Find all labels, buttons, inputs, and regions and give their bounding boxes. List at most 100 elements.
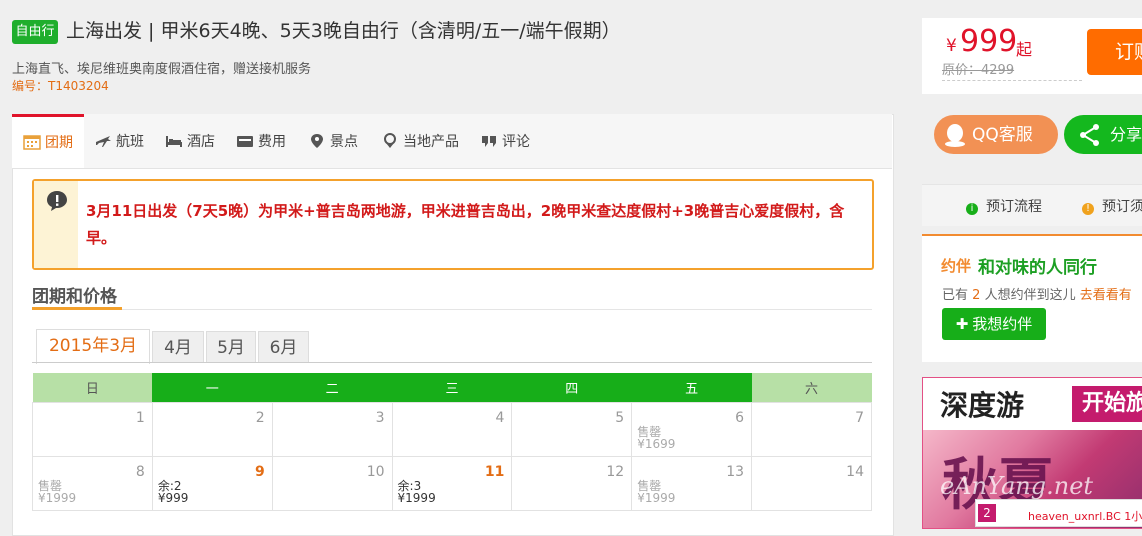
tab-cost[interactable]: 费用 [236, 114, 286, 168]
plane-icon [96, 136, 111, 147]
day-number: 1 [135, 410, 145, 426]
warning-icon: ! [1082, 203, 1094, 215]
wallet-icon [237, 136, 253, 147]
companion-title: 和对味的人同行 [978, 258, 1097, 278]
tab-label: 景点 [330, 134, 358, 150]
calendar-day-cell: 3 [271, 402, 393, 457]
companion-view-link[interactable]: 去看看有 [1080, 288, 1132, 303]
month-tab-june[interactable]: 6月 [258, 331, 309, 363]
tab-hotel[interactable]: 酒店 [165, 114, 215, 168]
section-divider [32, 309, 872, 310]
calendar-day-cell: 1 [32, 402, 153, 457]
share-button[interactable]: 分享 [1064, 115, 1142, 154]
calendar-day-cell[interactable]: 9 余:2 ¥999 [151, 456, 273, 511]
month-tab-april[interactable]: 4月 [152, 331, 204, 363]
info-icon: i [966, 203, 978, 215]
calendar-week-row: 8 售罄 ¥1999 9 余:2 ¥999 10 11 余:3 ¥1999 12 13 售罄 ¥1999 1… [32, 456, 872, 511]
month-tab-may[interactable]: 5月 [206, 331, 256, 363]
price-value: 999 [960, 24, 1018, 59]
day-price: ¥1999 [38, 491, 77, 505]
companion-count: 2 [972, 288, 981, 303]
calendar-day-cell: 13 售罄 ¥1999 [631, 456, 753, 511]
bed-icon [166, 136, 182, 147]
page-title: 上海出发 | 甲米6天4晚、5天3晚自由行（含清明/五一/端午假期） [66, 20, 621, 42]
day-number: 7 [855, 410, 864, 426]
price-currency: ¥ [946, 36, 957, 56]
tab-label: 费用 [258, 134, 286, 150]
day-number: 8 [135, 464, 145, 480]
section-title: 团期和价格 [32, 287, 117, 307]
tab-spots[interactable]: 景点 [308, 114, 358, 168]
product-code: 编号：T1403204 [12, 79, 109, 93]
calendar-day-cell: 6 售罄 ¥1699 [631, 402, 753, 457]
watermark: eAnYang.net [940, 472, 1094, 500]
tab-flight[interactable]: 航班 [94, 114, 144, 168]
ad-card-text: heaven_uxnrl.BC 1小 [1028, 510, 1142, 523]
share-icon [1080, 124, 1099, 146]
day-price: ¥999 [157, 491, 189, 505]
weekday-header: 日 [32, 373, 153, 403]
day-number: 11 [484, 464, 505, 480]
book-button[interactable]: 订购 [1087, 29, 1142, 75]
calendar-day-cell: 5 [511, 402, 633, 457]
page-subtitle: 上海直飞、埃尼维班奥南度假酒住宿，赠送接机服务 [12, 62, 312, 77]
calendar-day-cell: 12 [511, 456, 633, 511]
original-price: 原价：4299 [942, 63, 1015, 78]
weekday-header: 四 [511, 373, 632, 403]
pin-icon [311, 134, 323, 148]
local-icon [384, 133, 396, 148]
calendar-icon [23, 135, 41, 150]
qq-icon [945, 124, 965, 147]
share-label: 分享 [1110, 125, 1142, 144]
comment-icon [482, 136, 496, 147]
day-price: ¥1999 [397, 491, 436, 505]
weekday-header: 二 [272, 373, 393, 403]
companion-button[interactable]: ✚ 我想约伴 [942, 308, 1046, 340]
tab-label: 评论 [502, 134, 530, 150]
tab-tuanqi[interactable]: 团期 [12, 114, 84, 168]
booking-flow-link[interactable]: i 预订流程 [966, 196, 1042, 216]
link-label: 预订流程 [986, 199, 1042, 215]
tab-label: 航班 [116, 134, 144, 150]
tab-local-products[interactable]: 当地产品 [381, 114, 459, 168]
tab-comments[interactable]: 评论 [480, 114, 530, 168]
booking-notice-link[interactable]: ! 预订须知 [1082, 196, 1142, 216]
companion-desc: 已有 2 人想约伴到这儿 去看看有 [942, 288, 1132, 303]
price-calendar: 日 一 二 三 四 五 六 1 2 3 4 5 6 售罄 ¥1699 7 8 售罄 ¥1999 9 余:2… [32, 373, 872, 511]
alert-icon [47, 191, 67, 211]
qq-service-button[interactable]: QQ客服 [934, 115, 1058, 154]
day-number: 9 [254, 464, 265, 480]
qq-label: QQ客服 [972, 125, 1033, 145]
plus-icon: ✚ [955, 315, 969, 333]
month-tab-divider [32, 362, 872, 363]
ad-start-label: 开始旅 [1072, 386, 1142, 422]
calendar-week-row: 1 2 3 4 5 6 售罄 ¥1699 7 [32, 402, 872, 457]
calendar-day-cell: 4 [391, 402, 513, 457]
companion-button-label: 我想约伴 [972, 315, 1033, 333]
product-type-badge: 自由行 [12, 20, 58, 44]
month-tab-march[interactable]: 2015年3月 [36, 329, 150, 364]
notice-text: 3月11日出发（7天5晚）为甲米+普吉岛两地游，甲米进普吉岛出，2晚甲米查达度假… [86, 202, 845, 247]
day-number: 4 [495, 410, 505, 426]
link-label: 预订须知 [1102, 199, 1142, 215]
weekday-header: 六 [751, 373, 872, 403]
day-number: 6 [735, 410, 745, 426]
calendar-day-cell[interactable]: 11 余:3 ¥1999 [391, 456, 513, 511]
day-number: 3 [375, 410, 385, 426]
weekday-header: 五 [631, 373, 752, 403]
tab-label: 团期 [45, 135, 73, 151]
tab-label: 酒店 [187, 134, 215, 150]
tab-label: 当地产品 [403, 134, 459, 150]
day-number: 5 [615, 410, 625, 426]
calendar-day-cell: 8 售罄 ¥1999 [32, 456, 153, 511]
ad-card-number: 2 [978, 504, 996, 522]
calendar-day-cell: 7 [751, 402, 872, 457]
day-number: 13 [726, 464, 745, 480]
calendar-day-cell: 14 [751, 456, 872, 511]
price-divider [942, 80, 1082, 81]
price-suffix: 起 [1016, 40, 1033, 59]
day-number: 10 [366, 464, 385, 480]
calendar-day-cell: 10 [271, 456, 393, 511]
ad-brand: 深度游 [940, 389, 1025, 422]
day-number: 12 [606, 464, 625, 480]
